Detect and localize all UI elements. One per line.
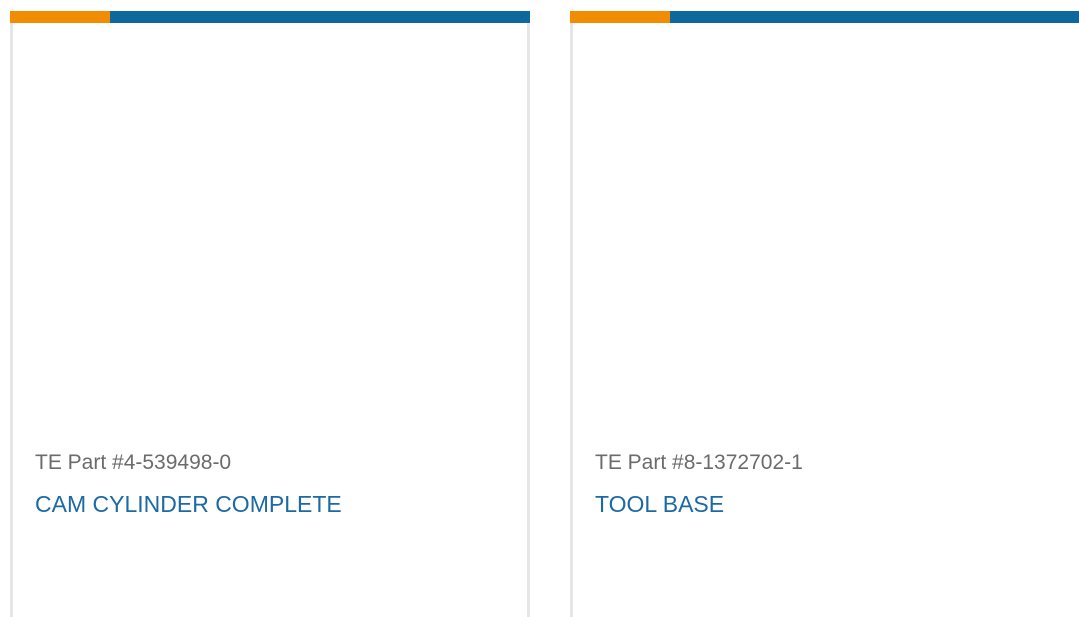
accent-blue-segment [110,11,530,23]
product-name-link[interactable]: TOOL BASE [595,491,724,518]
accent-orange-segment [570,11,670,23]
card-accent-bar [570,11,1079,23]
accent-orange-segment [10,11,110,23]
card-accent-bar [10,11,530,23]
product-image[interactable] [573,23,1079,443]
product-card[interactable]: TE Part #8-1372702-1 TOOL BASE [570,11,1079,617]
part-number: TE Part #8-1372702-1 [595,451,803,474]
product-card[interactable]: TE Part #4-539498-0 CAM CYLINDER COMPLET… [10,11,530,617]
product-image[interactable] [13,23,527,443]
accent-blue-segment [670,11,1079,23]
part-number: TE Part #4-539498-0 [35,451,232,474]
product-name-link[interactable]: CAM CYLINDER COMPLETE [35,491,342,518]
